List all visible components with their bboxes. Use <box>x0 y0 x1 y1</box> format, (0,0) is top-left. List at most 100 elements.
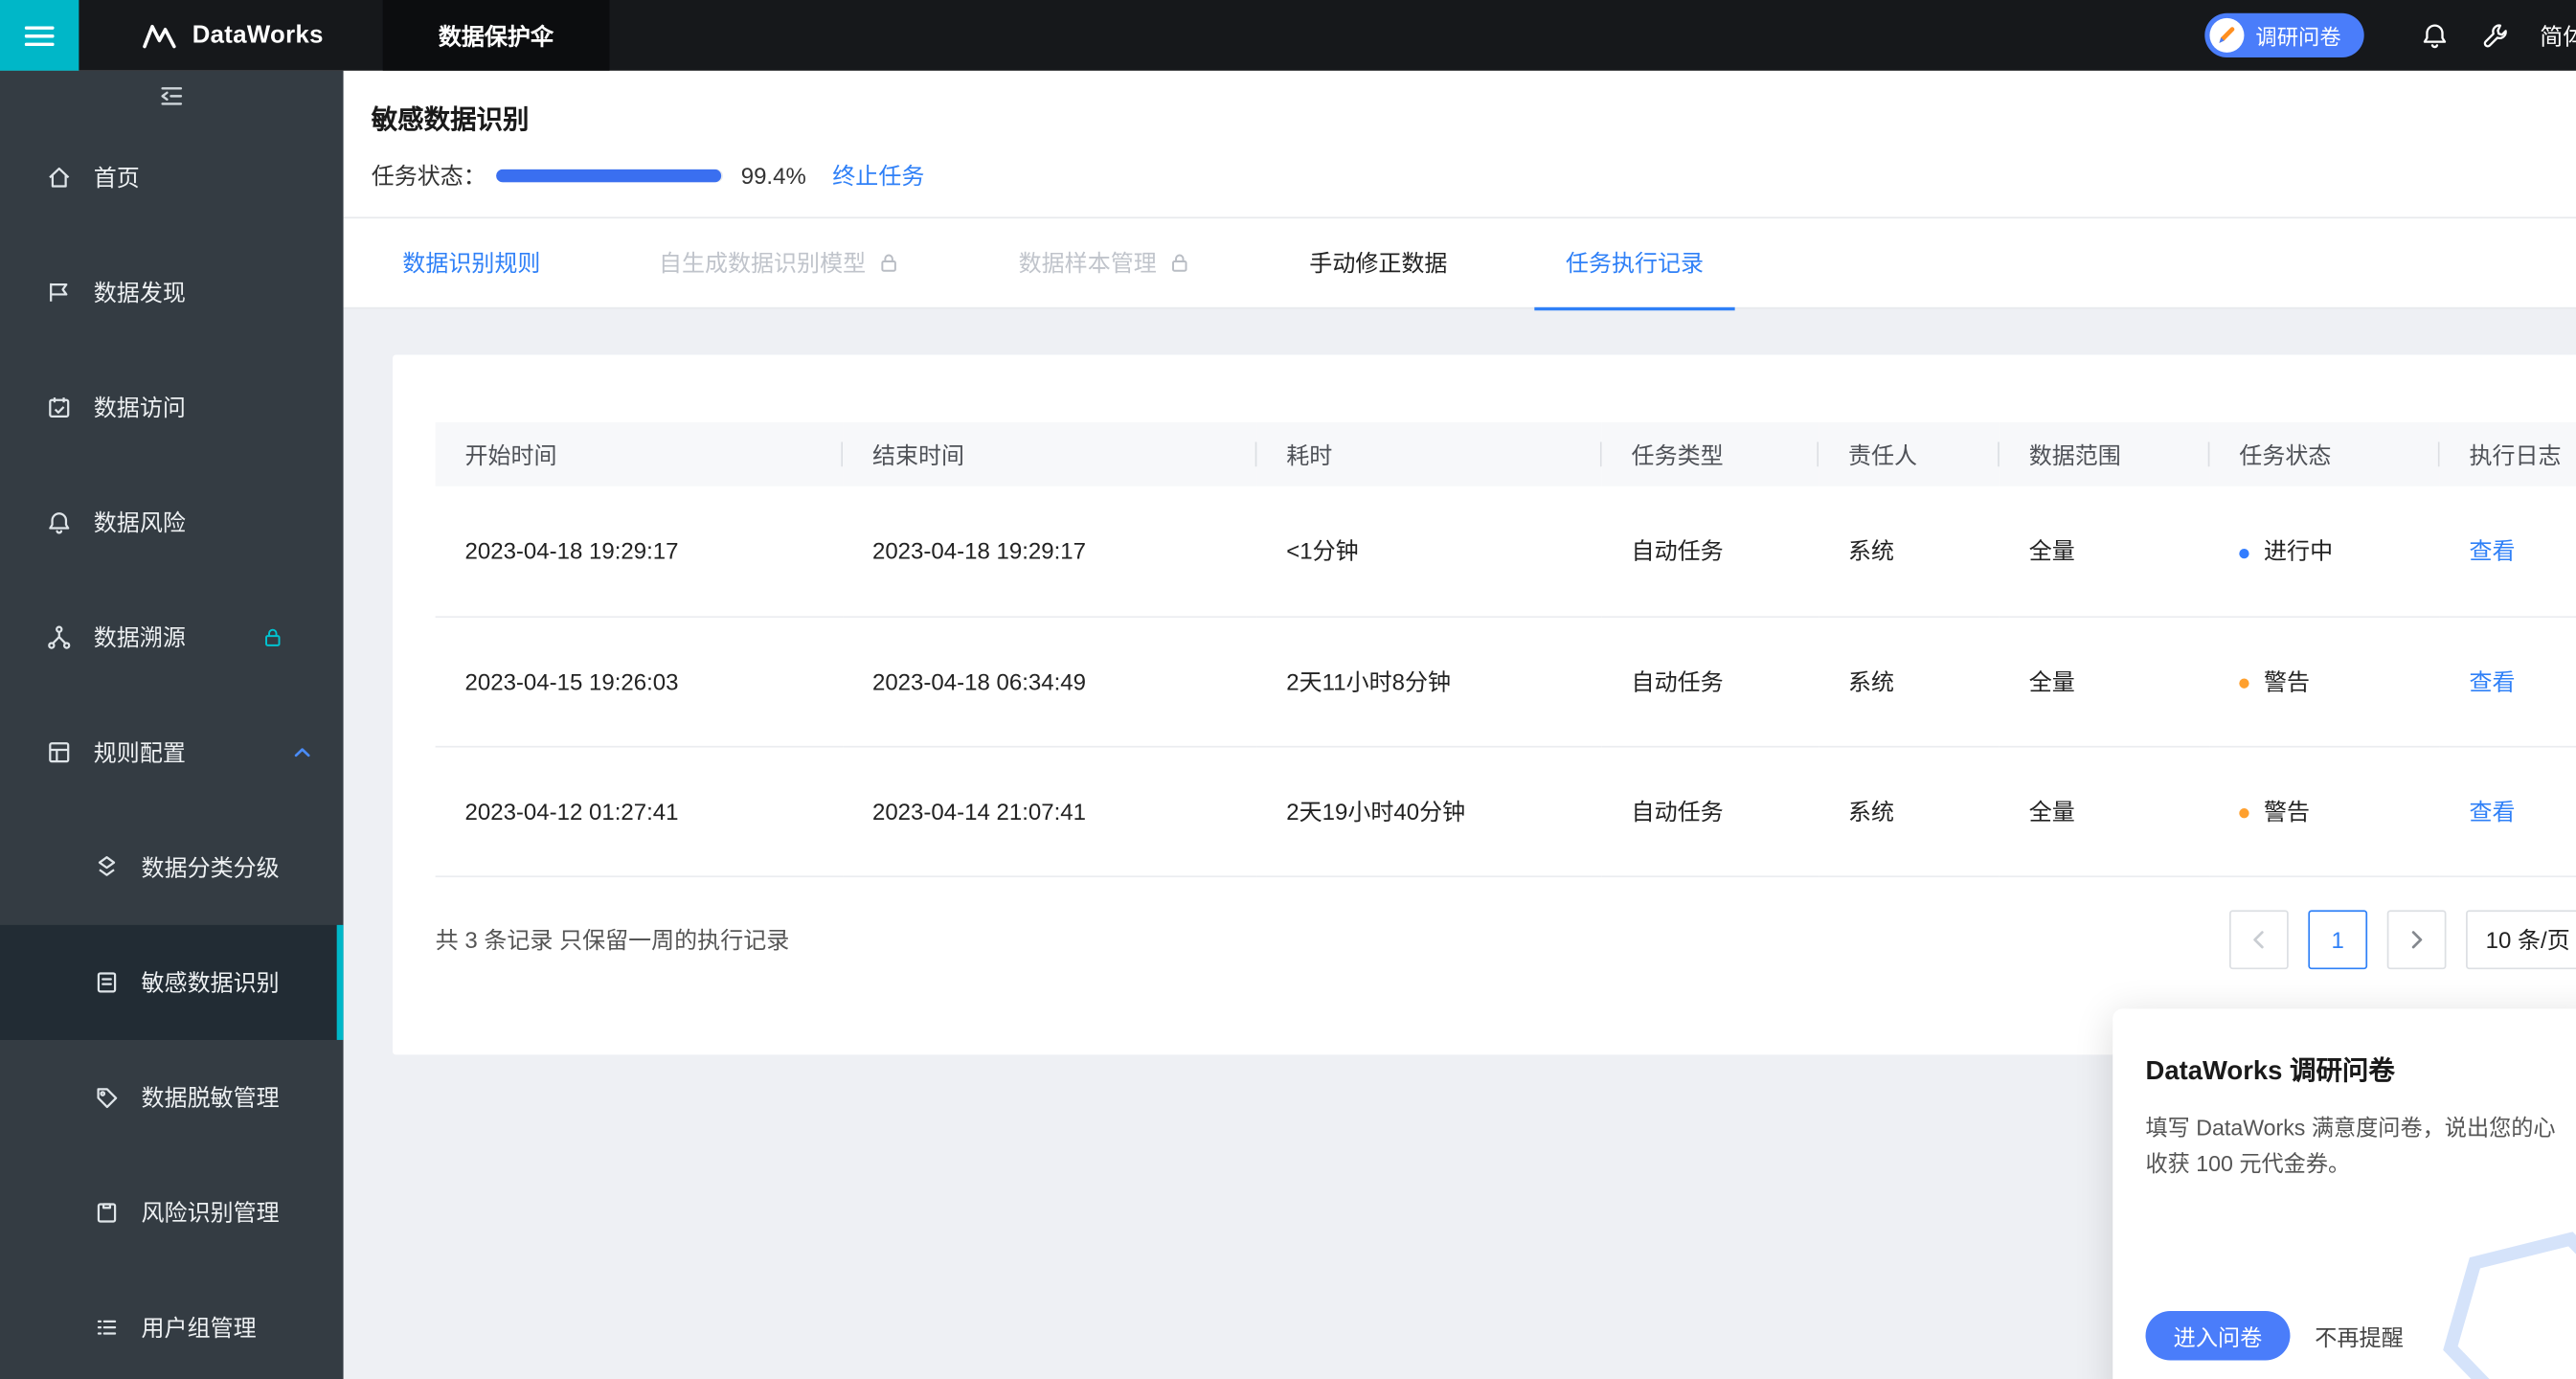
lock-icon <box>881 254 896 272</box>
tab-label: 数据识别规则 <box>402 249 541 277</box>
sidebar-item-data-masking[interactable]: 数据脱敏管理 <box>0 1040 344 1155</box>
sidebar-item-user-group[interactable]: 用户组管理 <box>0 1270 344 1379</box>
enter-survey-button[interactable]: 进入问卷 <box>2145 1311 2291 1361</box>
col-task-type: 任务类型 <box>1601 421 1819 486</box>
pagination-page-1[interactable]: 1 <box>2308 909 2368 969</box>
sidebar-item-rule-config[interactable]: 规则配置 <box>0 695 344 810</box>
col-start-time: 开始时间 <box>435 421 844 486</box>
record-summary: 共 3 条记录 只保留一周的执行记录 <box>435 925 790 953</box>
brand-logo[interactable]: DataWorks <box>142 20 324 50</box>
progress-fill <box>496 169 722 183</box>
cell-start-time: 2023-04-15 19:26:03 <box>435 616 844 747</box>
sidebar-item-label: 规则配置 <box>93 739 186 766</box>
view-log-link[interactable]: 查看 <box>2469 798 2515 824</box>
sidebar-item-data-risk[interactable]: 数据风险 <box>0 465 344 580</box>
pagination-prev-button[interactable] <box>2229 909 2289 969</box>
cell-log: 查看 <box>2439 616 2576 747</box>
view-log-link[interactable]: 查看 <box>2469 667 2515 693</box>
cell-start-time: 2023-04-18 19:29:17 <box>435 486 844 618</box>
task-status-label: 任务状态： <box>371 162 486 190</box>
terminate-task-link[interactable]: 终止任务 <box>832 159 924 192</box>
cell-owner: 系统 <box>1819 486 2000 618</box>
col-scope: 数据范围 <box>1999 421 2210 486</box>
cell-owner: 系统 <box>1819 745 2000 877</box>
hamburger-menu-button[interactable] <box>0 0 79 71</box>
survey-button-label: 调研问卷 <box>2255 24 2341 50</box>
cell-task-type: 自动任务 <box>1601 486 1819 618</box>
chevron-up-icon <box>294 748 310 757</box>
sidebar-item-label: 数据访问 <box>93 394 186 421</box>
language-selector[interactable]: 简体中文 <box>2540 19 2576 52</box>
user-group-icon <box>97 1320 117 1335</box>
col-end-time: 结束时间 <box>843 421 1257 486</box>
cell-task-type: 自动任务 <box>1601 745 1819 877</box>
app: DataWorks 数据保护伞 调研问卷 简 首页 数据发现 数据访问 数据风险… <box>0 0 2576 1379</box>
sidebar-nav: 首页 数据发现 数据访问 数据风险 数据溯源 规则配置 数据分类分级 敏感数据识… <box>0 120 344 1379</box>
view-log-link[interactable]: 查看 <box>2469 537 2515 563</box>
cell-duration: 2天19小时40分钟 <box>1256 745 1602 877</box>
settings-wrench-icon[interactable] <box>2479 19 2512 52</box>
page-title: 敏感数据识别 <box>371 106 530 135</box>
sidebar-item-label: 敏感数据识别 <box>141 969 280 996</box>
chevron-left-icon <box>2253 930 2264 948</box>
sidebar-item-data-classification[interactable]: 数据分类分级 <box>0 810 344 925</box>
pagination-next-button[interactable] <box>2386 909 2447 969</box>
tab-recognition-rules[interactable]: 数据识别规则 <box>372 216 572 308</box>
content-area: 开始时间 结束时间 耗时 任务类型 责任人 数据范围 任务状态 执行日志 202… <box>344 309 2576 1055</box>
lock-icon <box>265 628 281 646</box>
sidebar-item-data-discovery[interactable]: 数据发现 <box>0 235 344 350</box>
tab-label: 自生成数据识别模型 <box>658 249 867 277</box>
data-lineage-icon <box>48 625 71 649</box>
cell-duration: <1分钟 <box>1256 486 1602 618</box>
sidebar-item-label: 首页 <box>93 164 140 192</box>
survey-popup: DataWorks 调研问卷 填写 DataWorks 满意度问卷，说出您的心 … <box>2113 1008 2576 1379</box>
data-masking-icon <box>97 1088 118 1109</box>
sidebar-item-home[interactable]: 首页 <box>0 120 344 235</box>
cell-end-time: 2023-04-18 06:34:49 <box>843 616 1257 747</box>
dismiss-survey-button[interactable]: 不再提醒 <box>2315 1320 2404 1352</box>
sidebar-item-data-lineage[interactable]: 数据溯源 <box>0 580 344 695</box>
notification-bell-icon[interactable] <box>2418 19 2451 52</box>
status-dot <box>2239 678 2249 689</box>
status-text: 警告 <box>2264 797 2311 825</box>
chevron-right-icon <box>2411 930 2423 948</box>
cell-status: 警告 <box>2209 616 2440 747</box>
table-row: 2023-04-15 19:26:03 2023-04-18 06:34:49 2天… <box>435 616 2576 747</box>
table-row: 2023-04-18 19:29:17 2023-04-18 19:29:17 <1… <box>435 486 2576 618</box>
table-row: 2023-04-12 01:27:41 2023-04-14 21:07:41 2天… <box>435 745 2576 877</box>
cell-log: 查看 <box>2439 486 2576 618</box>
survey-body-line1: 填写 DataWorks 满意度问卷，说出您的心 <box>2145 1115 2556 1141</box>
sidebar-collapse-button[interactable] <box>0 71 344 120</box>
tab-manual-correction[interactable]: 手动修正数据 <box>1278 216 1479 308</box>
survey-button[interactable]: 调研问卷 <box>2204 12 2364 58</box>
progress-percent: 99.4% <box>740 162 806 190</box>
sidebar-item-label: 数据溯源 <box>93 623 186 651</box>
cell-end-time: 2023-04-14 21:07:41 <box>843 745 1257 877</box>
brand-name: DataWorks <box>192 21 324 50</box>
lock-icon <box>1172 254 1187 272</box>
pagination: 1 10 条/页 <box>2229 909 2576 969</box>
tab-data-samples[interactable]: 数据样本管理 <box>987 216 1222 308</box>
col-status: 任务状态 <box>2209 421 2440 486</box>
table-body: 2023-04-18 19:29:17 2023-04-18 19:29:17 <1… <box>435 486 2576 877</box>
cell-end-time: 2023-04-18 19:29:17 <box>843 486 1257 618</box>
tab-auto-model[interactable]: 自生成数据识别模型 <box>627 216 931 308</box>
survey-popup-actions: 进入问卷 不再提醒 <box>2145 1311 2404 1361</box>
cell-status: 警告 <box>2209 745 2440 877</box>
tab-bar: 数据识别规则 自生成数据识别模型 数据样本管理 手动修正数据 任务执行记录 <box>343 216 2576 311</box>
col-duration: 耗时 <box>1256 421 1602 486</box>
hexagon-decoration <box>2443 1232 2576 1379</box>
sidebar-item-label: 数据脱敏管理 <box>141 1084 280 1111</box>
cell-owner: 系统 <box>1819 616 2000 747</box>
sidebar-item-sensitive-data[interactable]: 敏感数据识别 <box>0 924 344 1040</box>
rule-config-icon <box>49 742 70 763</box>
tab-execution-records[interactable]: 任务执行记录 <box>1534 216 1735 311</box>
sidebar-item-data-access[interactable]: 数据访问 <box>0 350 344 464</box>
sidebar-item-label: 数据风险 <box>93 509 186 536</box>
task-status-row: 任务状态： 99.4% 终止任务 <box>372 159 2548 216</box>
page-size-select[interactable]: 10 条/页 <box>2466 909 2576 969</box>
sidebar-item-label: 数据发现 <box>93 279 186 306</box>
sidebar-item-risk-identification[interactable]: 风险识别管理 <box>0 1155 344 1270</box>
cell-log: 查看 <box>2439 745 2576 877</box>
menu-fold-icon <box>161 86 183 104</box>
